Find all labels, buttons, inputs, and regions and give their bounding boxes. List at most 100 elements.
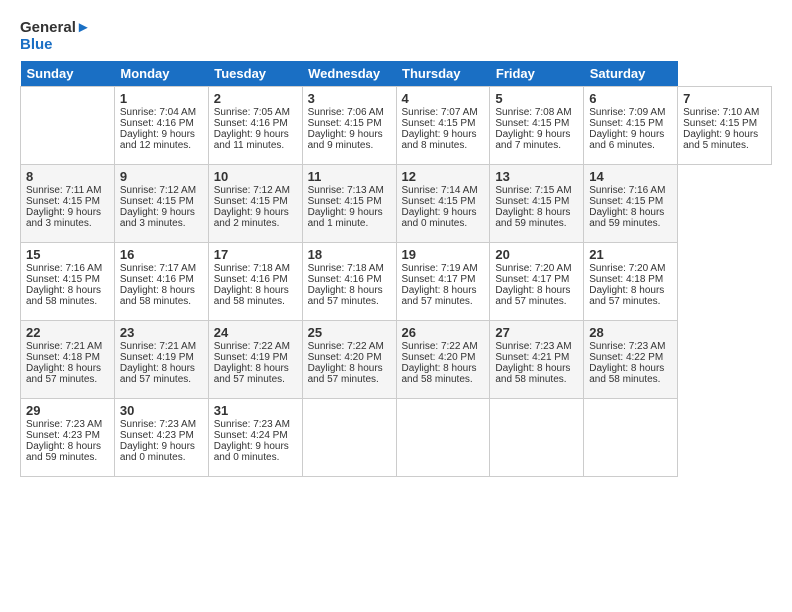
sunset-text: Sunset: 4:20 PM xyxy=(402,352,476,363)
day-number: 9 xyxy=(120,169,203,184)
calendar-cell: 16Sunrise: 7:17 AMSunset: 4:16 PMDayligh… xyxy=(114,243,208,321)
daylight-text: Daylight: 8 hours and 58 minutes. xyxy=(214,285,289,307)
calendar-cell: 5Sunrise: 7:08 AMSunset: 4:15 PMDaylight… xyxy=(490,87,584,165)
day-header: Monday xyxy=(114,61,208,87)
day-number: 12 xyxy=(402,169,485,184)
sunset-text: Sunset: 4:15 PM xyxy=(308,118,382,129)
sunset-text: Sunset: 4:18 PM xyxy=(26,352,100,363)
calendar-week-row: 22Sunrise: 7:21 AMSunset: 4:18 PMDayligh… xyxy=(21,321,772,399)
sunrise-text: Sunrise: 7:20 AM xyxy=(495,263,571,274)
daylight-text: Daylight: 8 hours and 59 minutes. xyxy=(589,207,664,229)
day-number: 6 xyxy=(589,91,672,106)
sunrise-text: Sunrise: 7:23 AM xyxy=(495,341,571,352)
calendar-cell: 27Sunrise: 7:23 AMSunset: 4:21 PMDayligh… xyxy=(490,321,584,399)
logo-text-general: General► xyxy=(20,20,91,37)
sunrise-text: Sunrise: 7:22 AM xyxy=(402,341,478,352)
calendar-week-row: 29Sunrise: 7:23 AMSunset: 4:23 PMDayligh… xyxy=(21,399,772,477)
sunrise-text: Sunrise: 7:15 AM xyxy=(495,185,571,196)
sunset-text: Sunset: 4:15 PM xyxy=(495,118,569,129)
calendar-cell: 17Sunrise: 7:18 AMSunset: 4:16 PMDayligh… xyxy=(208,243,302,321)
day-number: 7 xyxy=(683,91,766,106)
calendar-cell: 31Sunrise: 7:23 AMSunset: 4:24 PMDayligh… xyxy=(208,399,302,477)
sunrise-text: Sunrise: 7:23 AM xyxy=(589,341,665,352)
day-number: 18 xyxy=(308,247,391,262)
daylight-text: Daylight: 9 hours and 12 minutes. xyxy=(120,129,195,151)
day-number: 13 xyxy=(495,169,578,184)
sunset-text: Sunset: 4:15 PM xyxy=(120,196,194,207)
daylight-text: Daylight: 8 hours and 57 minutes. xyxy=(495,285,570,307)
sunrise-text: Sunrise: 7:16 AM xyxy=(26,263,102,274)
calendar-cell: 24Sunrise: 7:22 AMSunset: 4:19 PMDayligh… xyxy=(208,321,302,399)
sunrise-text: Sunrise: 7:12 AM xyxy=(214,185,290,196)
day-number: 20 xyxy=(495,247,578,262)
sunrise-text: Sunrise: 7:12 AM xyxy=(120,185,196,196)
sunset-text: Sunset: 4:16 PM xyxy=(120,118,194,129)
sunrise-text: Sunrise: 7:23 AM xyxy=(26,419,102,430)
sunset-text: Sunset: 4:16 PM xyxy=(120,274,194,285)
day-number: 2 xyxy=(214,91,297,106)
sunrise-text: Sunrise: 7:10 AM xyxy=(683,107,759,118)
day-number: 29 xyxy=(26,403,109,418)
calendar-cell: 19Sunrise: 7:19 AMSunset: 4:17 PMDayligh… xyxy=(396,243,490,321)
sunrise-text: Sunrise: 7:05 AM xyxy=(214,107,290,118)
sunset-text: Sunset: 4:15 PM xyxy=(495,196,569,207)
day-number: 4 xyxy=(402,91,485,106)
sunset-text: Sunset: 4:15 PM xyxy=(214,196,288,207)
calendar-week-row: 15Sunrise: 7:16 AMSunset: 4:15 PMDayligh… xyxy=(21,243,772,321)
daylight-text: Daylight: 8 hours and 59 minutes. xyxy=(495,207,570,229)
calendar-cell: 1Sunrise: 7:04 AMSunset: 4:16 PMDaylight… xyxy=(114,87,208,165)
day-number: 1 xyxy=(120,91,203,106)
sunrise-text: Sunrise: 7:18 AM xyxy=(214,263,290,274)
daylight-text: Daylight: 8 hours and 58 minutes. xyxy=(402,363,477,385)
sunrise-text: Sunrise: 7:08 AM xyxy=(495,107,571,118)
sunset-text: Sunset: 4:23 PM xyxy=(120,430,194,441)
daylight-text: Daylight: 9 hours and 8 minutes. xyxy=(402,129,477,151)
calendar-week-row: 8Sunrise: 7:11 AMSunset: 4:15 PMDaylight… xyxy=(21,165,772,243)
calendar-cell: 14Sunrise: 7:16 AMSunset: 4:15 PMDayligh… xyxy=(584,165,678,243)
day-header: Tuesday xyxy=(208,61,302,87)
sunset-text: Sunset: 4:15 PM xyxy=(402,118,476,129)
sunset-text: Sunset: 4:17 PM xyxy=(402,274,476,285)
day-number: 31 xyxy=(214,403,297,418)
daylight-text: Daylight: 9 hours and 0 minutes. xyxy=(402,207,477,229)
sunrise-text: Sunrise: 7:22 AM xyxy=(214,341,290,352)
logo-text-blue: Blue xyxy=(20,37,91,54)
sunset-text: Sunset: 4:16 PM xyxy=(214,274,288,285)
sunrise-text: Sunrise: 7:07 AM xyxy=(402,107,478,118)
sunrise-text: Sunrise: 7:04 AM xyxy=(120,107,196,118)
calendar-body: 1Sunrise: 7:04 AMSunset: 4:16 PMDaylight… xyxy=(21,87,772,477)
day-number: 16 xyxy=(120,247,203,262)
daylight-text: Daylight: 8 hours and 57 minutes. xyxy=(589,285,664,307)
sunset-text: Sunset: 4:15 PM xyxy=(683,118,757,129)
calendar-cell: 11Sunrise: 7:13 AMSunset: 4:15 PMDayligh… xyxy=(302,165,396,243)
day-header: Wednesday xyxy=(302,61,396,87)
calendar-cell: 8Sunrise: 7:11 AMSunset: 4:15 PMDaylight… xyxy=(21,165,115,243)
calendar-cell: 25Sunrise: 7:22 AMSunset: 4:20 PMDayligh… xyxy=(302,321,396,399)
sunset-text: Sunset: 4:15 PM xyxy=(26,196,100,207)
calendar-cell xyxy=(490,399,584,477)
calendar-cell xyxy=(21,87,115,165)
sunset-text: Sunset: 4:20 PM xyxy=(308,352,382,363)
day-number: 11 xyxy=(308,169,391,184)
sunset-text: Sunset: 4:16 PM xyxy=(214,118,288,129)
day-number: 8 xyxy=(26,169,109,184)
calendar-cell: 15Sunrise: 7:16 AMSunset: 4:15 PMDayligh… xyxy=(21,243,115,321)
sunset-text: Sunset: 4:23 PM xyxy=(26,430,100,441)
calendar-cell xyxy=(302,399,396,477)
sunset-text: Sunset: 4:21 PM xyxy=(495,352,569,363)
day-number: 26 xyxy=(402,325,485,340)
daylight-text: Daylight: 8 hours and 59 minutes. xyxy=(26,441,101,463)
sunset-text: Sunset: 4:24 PM xyxy=(214,430,288,441)
day-number: 5 xyxy=(495,91,578,106)
day-number: 10 xyxy=(214,169,297,184)
day-number: 21 xyxy=(589,247,672,262)
day-number: 25 xyxy=(308,325,391,340)
sunrise-text: Sunrise: 7:06 AM xyxy=(308,107,384,118)
calendar-cell: 26Sunrise: 7:22 AMSunset: 4:20 PMDayligh… xyxy=(396,321,490,399)
day-number: 22 xyxy=(26,325,109,340)
calendar-cell: 13Sunrise: 7:15 AMSunset: 4:15 PMDayligh… xyxy=(490,165,584,243)
calendar-cell: 20Sunrise: 7:20 AMSunset: 4:17 PMDayligh… xyxy=(490,243,584,321)
day-number: 28 xyxy=(589,325,672,340)
sunrise-text: Sunrise: 7:13 AM xyxy=(308,185,384,196)
sunset-text: Sunset: 4:16 PM xyxy=(308,274,382,285)
